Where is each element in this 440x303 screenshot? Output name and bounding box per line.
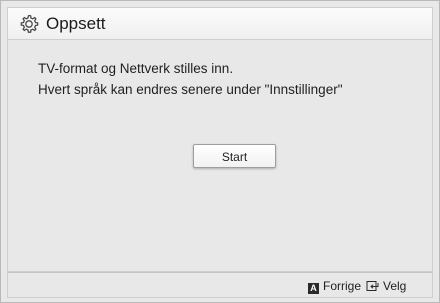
setup-dialog: Oppsett TV-format og Nettverk stilles in… — [0, 0, 440, 303]
footer-hints: A Forrige Velg — [7, 272, 433, 298]
setup-message: TV-format og Nettverk stilles inn. Hvert… — [38, 58, 343, 100]
back-hint[interactable]: A Forrige — [308, 279, 361, 294]
dialog-body: TV-format og Nettverk stilles inn. Hvert… — [7, 40, 433, 272]
select-hint[interactable]: Velg — [366, 279, 406, 293]
message-line-2: Hvert språk kan endres senere under "Inn… — [38, 82, 343, 97]
dialog-header: Oppsett — [7, 7, 433, 40]
message-line-1: TV-format og Nettverk stilles inn. — [38, 61, 234, 76]
page-title: Oppsett — [46, 14, 106, 33]
gear-icon — [20, 14, 39, 33]
enter-icon — [366, 281, 379, 291]
a-key-icon: A — [308, 283, 319, 294]
select-label: Velg — [383, 279, 407, 293]
start-button[interactable]: Start — [193, 144, 276, 168]
back-label: Forrige — [323, 279, 362, 293]
